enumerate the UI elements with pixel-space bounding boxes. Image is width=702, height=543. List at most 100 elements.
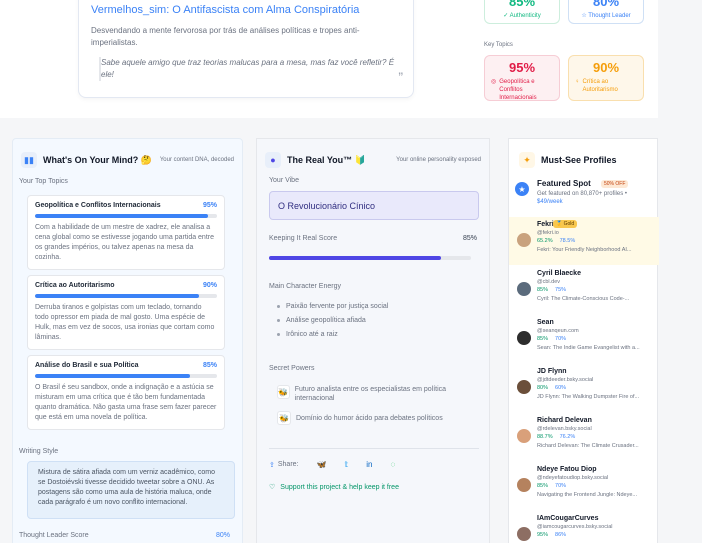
topic-pct: 90% (202, 282, 217, 289)
whatsapp-icon[interactable]: ◌ (390, 460, 395, 469)
profile-handle: @rdelevan.bsky.social (537, 426, 592, 432)
chart-icon: ▮▮ (21, 152, 37, 168)
linkedin-icon[interactable]: in (366, 460, 372, 469)
profile-item-sean[interactable]: Sean @seanqeun.com 85% 70% Sean: The Indi… (509, 315, 659, 363)
topic-bar (35, 294, 217, 298)
avatar (517, 233, 531, 247)
share-label: Share: (277, 461, 299, 468)
quote-icon: ” (398, 69, 403, 85)
profile-bio: Sean: The Indie Game Evangelist with a..… (537, 345, 640, 351)
panel-title: Must-See Profiles (541, 155, 617, 165)
topic-bar (35, 214, 217, 218)
writing-style-box: Mistura de sátira afiada com um verniz a… (27, 461, 235, 519)
must-see-profiles-panel: ✦ Must-See Profiles ★ Featured Spot 50% … (508, 138, 659, 543)
keeping-it-real-value: 85% (462, 235, 477, 242)
key-topic-geopolitics: 95% ◎ Geopolítica e Conflitos Internacion… (484, 55, 560, 101)
share-row: ⇪ Share: 🦋 𝕥 in ◌ (269, 460, 395, 469)
profile-item-richard-delevan[interactable]: Richard Delevan @rdelevan.bsky.social 88… (509, 413, 659, 461)
profile-name: Ndeye Fatou Diop (537, 466, 597, 473)
profile-handle: @fekri.io (537, 230, 559, 236)
key-topic-authoritarianism: 90% ♀ Crítica ao Autoritarismo (568, 55, 644, 101)
topic-card: Análise do Brasil e sua Política 85% O Br… (27, 355, 225, 430)
profile-stats: 85% 70% (537, 483, 567, 489)
thought-leader-label: ☆ Thought Leader (581, 13, 631, 19)
profile-stats: 88.7% 76.2% (537, 434, 576, 440)
profile-handle: @cbl.dev (537, 279, 561, 285)
profile-item-fekri[interactable]: Fekri 🥇 Gold @fekri.io 65.2% 78.5% Fekri:… (509, 217, 659, 265)
key-topic-label: ♀ Crítica ao Autoritarismo (575, 79, 618, 93)
energy-item: Análise geopolítica afiada (277, 317, 388, 324)
energy-item: Paixão fervente por justiça social (277, 303, 388, 310)
profile-item-iamcougarcurves[interactable]: IAmCougarCurves @iamcougarcurves.bsky.so… (509, 511, 659, 543)
profile-name: Cyril Blaecke (537, 270, 581, 277)
secret-powers-label: Secret Powers (269, 365, 315, 372)
avatar (517, 380, 531, 394)
thought-leader-label: Thought Leader Score (19, 532, 89, 539)
keeping-it-real-label: Keeping It Real Score (269, 235, 338, 242)
profile-item-ndeye-fatou-diop[interactable]: Ndeye Fatou Diop @ndeyefatoudiop.bsky.so… (509, 462, 659, 510)
featured-title: Featured Spot (537, 179, 591, 188)
writing-style-label: Writing Style (19, 448, 59, 455)
discount-badge: 50% OFF (601, 180, 629, 188)
energy-item: Irônico até a raiz (277, 331, 388, 338)
support-link[interactable]: ♡ Support this project & help keep it fr… (269, 483, 399, 492)
bee-icon: 🐝 (277, 385, 290, 399)
thought-leader-stat: 80% ☆ Thought Leader (568, 0, 644, 24)
profile-quote: Sabe aquele amigo que traz teorias maluc… (99, 57, 401, 81)
topic-pct: 85% (202, 362, 217, 369)
profile-bio: Cyril: The Climate-Conscious Code-... (537, 296, 630, 302)
topic-name: Análise do Brasil e sua Política (35, 362, 139, 369)
divider (269, 448, 479, 449)
key-topic-value: 90% (592, 60, 620, 75)
featured-spot[interactable]: ★ Featured Spot 50% OFF Get featured on … (515, 179, 653, 209)
panel-header: ✦ Must-See Profiles (509, 139, 657, 169)
panel-header: ● The Real You™ 🔰 Your online personalit… (257, 139, 489, 169)
profile-stats: 85% 75% (537, 287, 567, 293)
profile-summary-card: Vermelhos_sim: O Antifascista com Alma C… (0, 0, 658, 118)
the-real-you-panel: ● The Real You™ 🔰 Your online personalit… (256, 138, 490, 543)
profile-item-jd-flynn[interactable]: JD Flynn @jdtdeeder.bsky.social 80% 60% J… (509, 364, 659, 412)
profile-name: Fekri (537, 221, 554, 228)
profile-stats: 85% 70% (537, 336, 567, 342)
profile-bio: Richard Delevan: The Climate Crusader... (537, 443, 639, 449)
profile-handle: @seanqeun.com (537, 328, 579, 334)
profile-description: Desvendando a mente fervorosa por trás d… (91, 26, 360, 47)
power-item: 🐝 Futuro analista entre os especialistas… (277, 385, 447, 402)
target-icon: ◎ (491, 79, 497, 85)
sparkle-icon: ✦ (519, 152, 535, 168)
profile-handle: @jdtdeeder.bsky.social (537, 377, 594, 383)
thought-leader-value: 80% (592, 0, 620, 9)
authenticity-stat: 85% ✓ Authenticity (484, 0, 560, 24)
profile-stats: 95% 86% (537, 532, 567, 538)
profile-bio: Navigating the Frontend Jungle: Ndeye... (537, 492, 637, 498)
panel-subtitle: Your online personality exposed (396, 157, 481, 163)
panel-title: What's On Your Mind? 🤔 (43, 154, 153, 165)
energy-label: Main Character Energy (269, 283, 341, 290)
user-icon: ● (265, 152, 281, 168)
profile-name: Richard Delevan (537, 417, 592, 424)
profile-item-cyril[interactable]: Cyril Blaecke @cbl.dev 85% 75% Cyril: The… (509, 266, 659, 314)
twitter-icon[interactable]: 𝕥 (344, 460, 348, 469)
key-topics-label: Key Topics (484, 42, 513, 48)
whats-on-your-mind-panel: ▮▮ What's On Your Mind? 🤔 Your content D… (12, 138, 243, 543)
bluesky-icon[interactable]: 🦋 (317, 460, 327, 469)
profile-name: IAmCougarCurves (537, 515, 599, 522)
vibe-box: O Revolucionário Cínico (269, 191, 479, 220)
featured-text: Get featured on 80,870+ profiles • $49/we… (537, 191, 627, 205)
profile-title: Vermelhos_sim: O Antifascista com Alma C… (91, 4, 360, 16)
topic-desc: Derruba tiranos e golpistas com um tecla… (35, 304, 215, 341)
profile-handle: @ndeyefatoudiop.bsky.social (537, 475, 609, 481)
topic-desc: Com a habilidade de um mestre de xadrez,… (35, 224, 214, 261)
keeping-it-real-bar (269, 256, 471, 260)
authenticity-value: 85% (508, 0, 536, 9)
gold-badge: 🥇 Gold (553, 220, 578, 228)
topic-name: Geopolítica e Conflitos Internacionais (35, 202, 161, 209)
energy-list: Paixão fervente por justiça social Análi… (277, 303, 388, 345)
topic-card: Geopolítica e Conflitos Internacionais 95… (27, 195, 225, 270)
profile-name: JD Flynn (537, 368, 567, 375)
power-item: 🐝 Domínio do humor ácido para debates po… (277, 411, 467, 425)
share-icon: ⇪ (269, 461, 275, 469)
profile-handle: @iamcougarcurves.bsky.social (537, 524, 613, 530)
topic-bar (35, 374, 217, 378)
profile-bio: Fekri: Your Friendly Neighborhood AI... (537, 247, 632, 253)
